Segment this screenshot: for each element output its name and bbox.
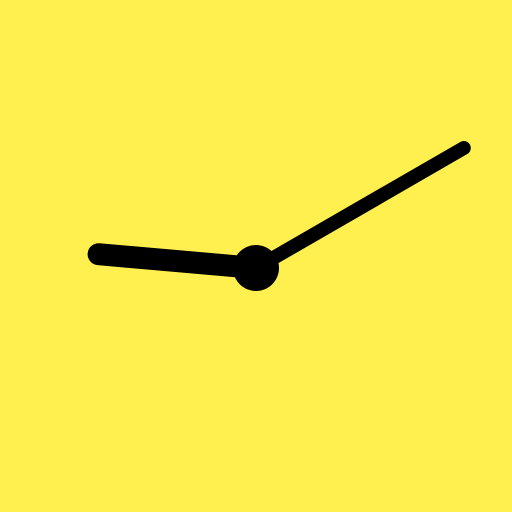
minute-hand-icon <box>249 141 471 275</box>
hour-hand-icon <box>87 243 267 279</box>
clock-hands-svg <box>87 141 471 291</box>
analog-clock-face <box>0 0 512 512</box>
center-pin-icon <box>233 245 279 291</box>
